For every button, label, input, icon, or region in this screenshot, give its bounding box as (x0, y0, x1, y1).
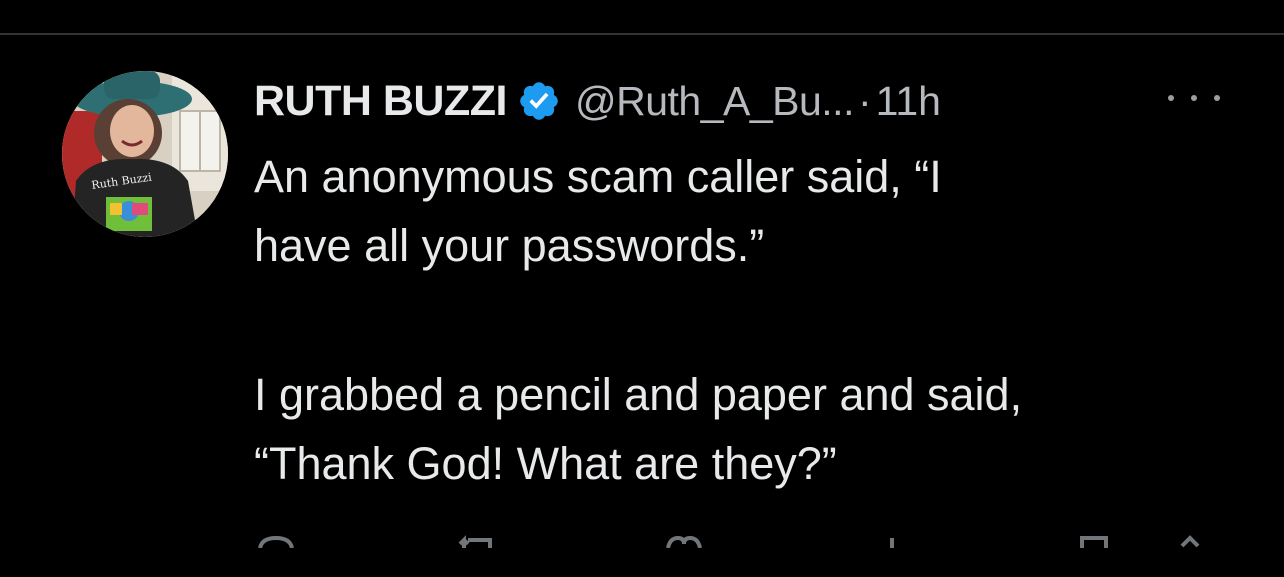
tweet-line: “Thank God! What are they?” (254, 438, 837, 489)
tweet-line: I grabbed a pencil and paper and said, (254, 369, 1023, 420)
bookmark-icon[interactable] (1076, 528, 1116, 548)
share-icon[interactable] (1172, 528, 1212, 548)
tweet-line: have all your passwords.” (254, 220, 765, 271)
tweet-text: An anonymous scam caller said, “I have a… (254, 142, 1244, 498)
more-horizontal-icon[interactable] (1168, 86, 1220, 110)
top-divider (0, 33, 1284, 35)
user-handle[interactable]: @Ruth_A_Bu... (575, 78, 855, 125)
timestamp[interactable]: 11h (876, 78, 941, 125)
tweet-line: An anonymous scam caller said, “I (254, 151, 942, 202)
verified-badge-icon[interactable] (517, 79, 561, 123)
retweet-icon[interactable] (456, 528, 496, 548)
avatar[interactable]: Ruth Buzzi (62, 71, 228, 237)
views-icon[interactable] (872, 528, 912, 548)
display-name[interactable]: RUTH BUZZI (254, 77, 507, 126)
separator: · (857, 77, 872, 124)
action-bar (0, 528, 1284, 548)
tweet-header: RUTH BUZZI @Ruth_A_Bu... · 11h (254, 75, 941, 127)
like-icon[interactable] (664, 528, 704, 548)
reply-icon[interactable] (256, 528, 296, 548)
